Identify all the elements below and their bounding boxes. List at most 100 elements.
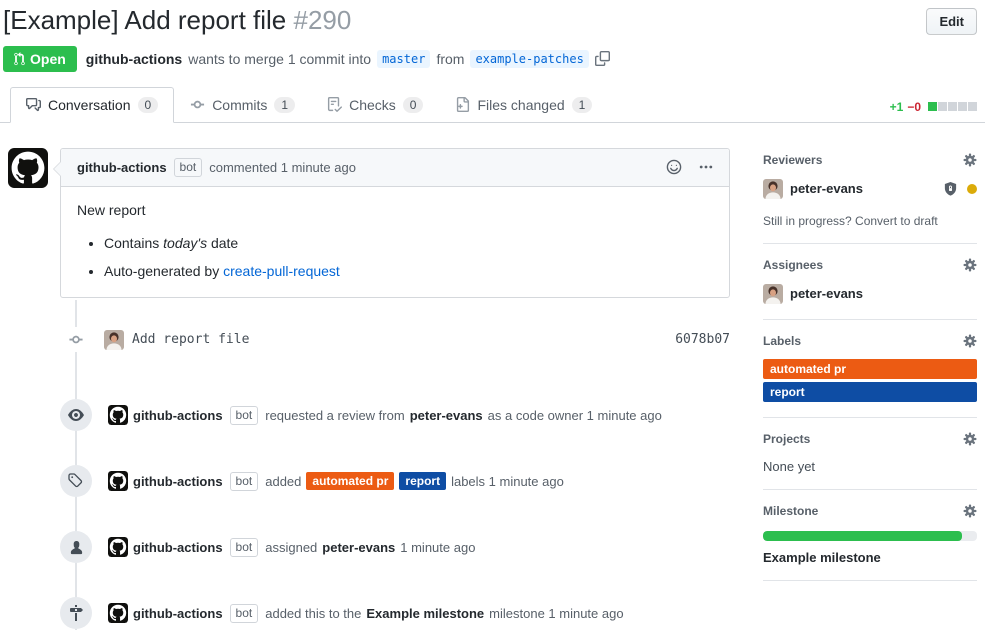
bot-badge: bot <box>230 406 259 425</box>
pr-title-text: [Example] Add report file <box>3 5 286 35</box>
milestone-name[interactable]: Example milestone <box>763 550 977 565</box>
tab-conversation-label: Conversation <box>48 97 131 113</box>
checklist-icon <box>327 97 342 112</box>
comment-intro: New report <box>77 202 713 218</box>
emoji-reaction-icon[interactable] <box>666 159 682 175</box>
convert-to-draft-link[interactable]: Convert to draft <box>855 214 938 228</box>
event-review-requested: github-actions bot requested a review fr… <box>8 399 730 431</box>
event-actor-avatar[interactable] <box>108 537 128 557</box>
head-branch-label[interactable]: example-patches <box>470 50 588 68</box>
shield-lock-icon <box>943 181 958 197</box>
tab-commits-count: 1 <box>274 97 295 113</box>
reviewers-header[interactable]: Reviewers <box>763 153 977 167</box>
gear-icon[interactable] <box>963 153 977 167</box>
pending-review-dot <box>967 184 977 194</box>
file-diff-icon <box>455 97 470 112</box>
italic-text: today's <box>163 235 207 251</box>
status-badge: Open <box>3 46 77 72</box>
pull-request-icon <box>14 52 25 66</box>
commit-author-avatar[interactable] <box>104 330 124 350</box>
pr-author[interactable]: github-actions <box>86 51 182 67</box>
pr-sidebar: Reviewers peter-evans Still in progress?… <box>763 148 977 630</box>
tab-conversation-count: 0 <box>138 97 159 113</box>
comment-bullet-2: Auto-generated by create-pull-request <box>104 261 713 281</box>
diffstat-blocks <box>928 102 977 111</box>
event-actor-avatar[interactable] <box>108 405 128 425</box>
tab-commits-label: Commits <box>212 97 267 113</box>
commit-message[interactable]: Add report file <box>104 330 249 350</box>
comment-bubble: github-actions bot commented 1 minute ag… <box>60 148 730 299</box>
projects-header[interactable]: Projects <box>763 432 977 446</box>
review-target-user[interactable]: peter-evans <box>410 408 483 423</box>
from-text: from <box>436 51 464 67</box>
tab-conversation[interactable]: Conversation 0 <box>10 87 174 123</box>
reviewer-name[interactable]: peter-evans <box>790 181 863 196</box>
label-chip-automated-pr[interactable]: automated pr <box>306 472 394 490</box>
gear-icon[interactable] <box>963 432 977 446</box>
event-actor[interactable]: github-actions <box>133 540 223 555</box>
label-automated-pr[interactable]: automated pr <box>763 359 977 379</box>
commit-sha[interactable]: 6078b07 <box>675 332 730 347</box>
tab-checks-count: 0 <box>403 97 424 113</box>
tab-commits[interactable]: Commits 1 <box>174 87 311 123</box>
milestone-header[interactable]: Milestone <box>763 504 977 518</box>
status-label: Open <box>30 51 66 67</box>
pr-tabnav: Conversation 0 Commits 1 Checks 0 Files … <box>0 87 985 123</box>
labels-header[interactable]: Labels <box>763 334 977 348</box>
assignee-avatar[interactable] <box>763 284 783 304</box>
comment-author[interactable]: github-actions <box>77 160 167 175</box>
git-commit-icon <box>60 327 92 352</box>
label-bars: automated pr report <box>763 359 977 402</box>
tab-files-changed[interactable]: Files changed 1 <box>439 87 608 123</box>
labels-section: Labels automated pr report <box>763 320 977 418</box>
assignee-name[interactable]: peter-evans <box>790 286 863 301</box>
event-actor[interactable]: github-actions <box>133 474 223 489</box>
gear-icon[interactable] <box>963 258 977 272</box>
convert-to-draft-note: Still in progress? Convert to draft <box>763 214 977 228</box>
reviewer-avatar[interactable] <box>763 179 783 199</box>
reviewer-row: peter-evans <box>763 179 977 199</box>
diffstat: +1 −0 <box>890 100 977 114</box>
label-report[interactable]: report <box>763 382 977 402</box>
tag-icon <box>60 465 92 497</box>
diffstat-block-added <box>928 102 937 111</box>
bot-badge: bot <box>230 472 259 491</box>
create-pull-request-link[interactable]: create-pull-request <box>223 263 340 279</box>
bot-badge: bot <box>230 538 259 557</box>
pr-number: #290 <box>294 5 352 35</box>
edit-button[interactable]: Edit <box>926 8 977 35</box>
event-actor[interactable]: github-actions <box>133 606 223 621</box>
pr-description-comment: github-actions bot commented 1 minute ag… <box>8 148 730 299</box>
milestone-section: Milestone Example milestone <box>763 490 977 581</box>
tab-checks-label: Checks <box>349 97 396 113</box>
gear-icon[interactable] <box>963 504 977 518</box>
projects-section: Projects None yet <box>763 418 977 490</box>
pr-header: [Example] Add report file #290 Edit Open… <box>0 0 985 72</box>
eye-icon <box>60 399 92 431</box>
milestone-progress-bar <box>763 531 977 541</box>
page-title: [Example] Add report file #290 <box>3 6 351 36</box>
bot-badge: bot <box>230 604 259 623</box>
bot-badge: bot <box>174 158 203 177</box>
github-actions-avatar[interactable] <box>8 148 48 188</box>
label-chip-report[interactable]: report <box>399 472 446 490</box>
comment-bullet-list: Contains today's date Auto-generated by … <box>77 233 713 282</box>
pr-meta-row: Open github-actions wants to merge 1 com… <box>3 46 977 72</box>
kebab-menu-icon[interactable] <box>699 160 713 174</box>
milestone-icon <box>60 597 92 629</box>
event-actor-avatar[interactable] <box>108 471 128 491</box>
base-branch-label[interactable]: master <box>377 50 430 68</box>
assignees-header[interactable]: Assignees <box>763 258 977 272</box>
projects-empty-text: None yet <box>763 459 977 474</box>
gear-icon[interactable] <box>963 334 977 348</box>
milestone-link[interactable]: Example milestone <box>366 606 484 621</box>
tab-checks[interactable]: Checks 0 <box>311 87 439 123</box>
event-actor-avatar[interactable] <box>108 603 128 623</box>
assignees-section: Assignees peter-evans <box>763 244 977 320</box>
conversation-icon <box>26 97 41 112</box>
comment-body: New report Contains today's date Auto-ge… <box>61 187 729 298</box>
copy-branch-icon[interactable] <box>595 51 610 66</box>
assignee-user[interactable]: peter-evans <box>322 540 395 555</box>
commit-row: Add report file 6078b07 <box>8 314 730 365</box>
event-actor[interactable]: github-actions <box>133 408 223 423</box>
